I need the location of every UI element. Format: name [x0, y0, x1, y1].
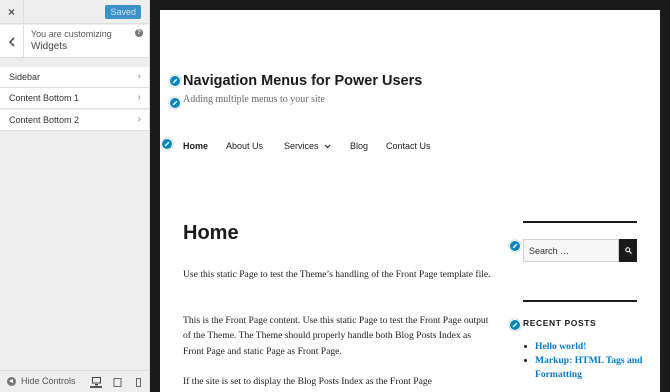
help-icon[interactable]: ?: [135, 29, 143, 37]
chevron-down-icon: [324, 144, 331, 149]
search-input[interactable]: [524, 240, 618, 261]
edit-shortcut-icon[interactable]: [169, 97, 181, 109]
nav-item-contact-us[interactable]: Contact Us: [386, 141, 431, 151]
mobile-preview-button[interactable]: [132, 376, 144, 388]
search-button[interactable]: [619, 239, 637, 262]
recent-posts-heading: RECENT POSTS: [523, 318, 597, 328]
customizer-sidebar: × Saved You are customizing Widgets ? Si…: [0, 0, 150, 392]
site-title[interactable]: Navigation Menus for Power Users: [183, 73, 422, 89]
content-paragraph: Use this static Page to test the Theme’s…: [183, 269, 491, 280]
section-item-content-bottom-2[interactable]: Content Bottom 2 ›: [0, 110, 149, 131]
tablet-icon: [113, 377, 121, 387]
nav-item-home[interactable]: Home: [183, 141, 208, 151]
site-description: Adding multiple menus to your site: [183, 94, 325, 105]
desktop-icon: [91, 376, 101, 385]
nav-item-about-us[interactable]: About Us: [226, 141, 263, 151]
section-label: Content Bottom 2: [9, 115, 80, 125]
customizer-footer: Hide Controls: [0, 370, 149, 392]
chevron-right-icon: ›: [137, 114, 141, 125]
section-item-content-bottom-1[interactable]: Content Bottom 1 ›: [0, 88, 149, 109]
edit-shortcut-icon[interactable]: [509, 240, 521, 252]
mobile-icon: [135, 377, 141, 387]
chevron-left-icon: [8, 36, 15, 47]
nav-item-label: Services: [284, 141, 319, 151]
widget-divider: [523, 300, 637, 302]
back-button[interactable]: [0, 25, 24, 58]
search-field: [523, 239, 619, 262]
saved-button[interactable]: Saved: [105, 5, 141, 19]
close-icon: ×: [7, 5, 15, 19]
context-subtitle: You are customizing: [31, 29, 112, 39]
close-customizer-button[interactable]: ×: [0, 0, 24, 24]
customizer-header: × Saved: [0, 0, 149, 24]
nav-item-services[interactable]: Services: [284, 141, 331, 151]
content-paragraph: This is the Front Page content. Use this…: [183, 315, 489, 357]
list-bullet: [524, 359, 527, 362]
section-item-sidebar[interactable]: Sidebar ›: [0, 67, 149, 88]
chevron-right-icon: ›: [137, 71, 141, 82]
edit-shortcut-icon[interactable]: [509, 319, 521, 331]
page-title: Home: [183, 222, 239, 244]
list-bullet: [524, 345, 527, 348]
tablet-preview-button[interactable]: [111, 376, 123, 388]
collapse-icon: [7, 377, 16, 386]
chevron-right-icon: ›: [137, 92, 141, 103]
recent-post-link[interactable]: Hello world!: [535, 340, 645, 354]
edit-shortcut-icon[interactable]: [169, 75, 181, 87]
search-icon: [624, 247, 632, 254]
desktop-preview-button[interactable]: [90, 376, 102, 388]
recent-post-link[interactable]: Markup: HTML Tags and Formatting: [535, 354, 645, 381]
nav-item-blog[interactable]: Blog: [350, 141, 368, 151]
section-label: Sidebar: [9, 72, 41, 82]
site-preview: Navigation Menus for Power Users Adding …: [160, 10, 660, 392]
section-label: Content Bottom 1: [9, 93, 80, 103]
hide-controls-label: Hide Controls: [21, 376, 76, 386]
edit-shortcut-icon[interactable]: [161, 138, 173, 150]
widget-divider: [523, 221, 637, 223]
customizer-context-panel: You are customizing Widgets ?: [0, 25, 149, 58]
context-title: Widgets: [31, 41, 68, 52]
content-paragraph: If the site is set to display the Blog P…: [183, 376, 432, 387]
